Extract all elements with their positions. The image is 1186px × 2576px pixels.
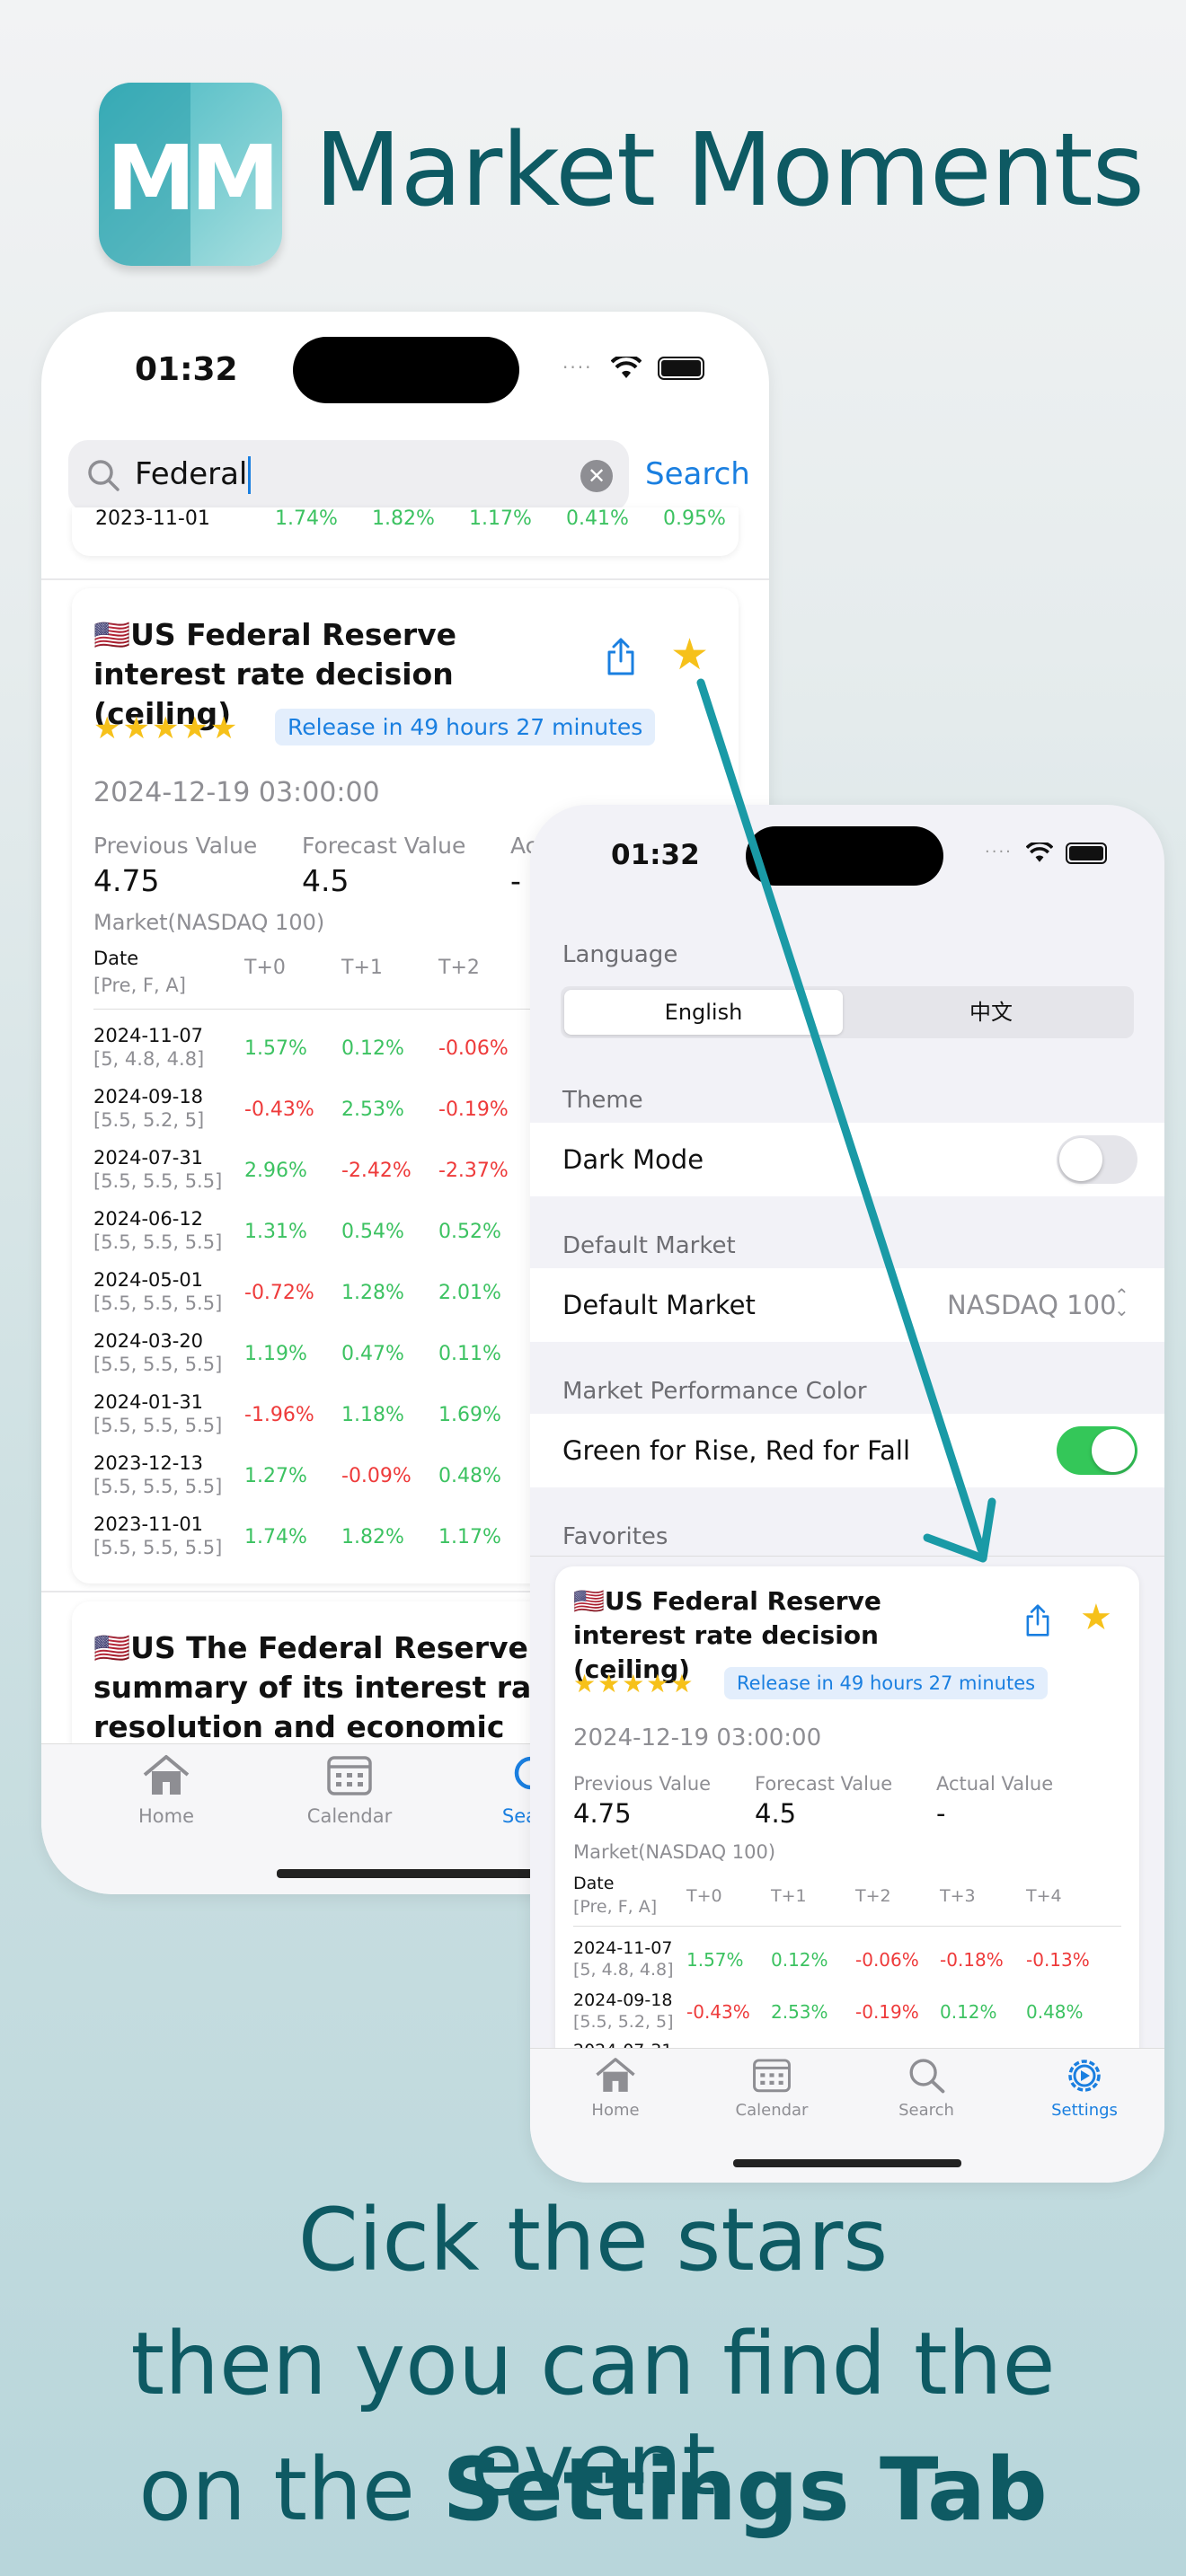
cta-line-3-prefix: on the (138, 2439, 443, 2540)
cta-line-1: Cick the stars (297, 2190, 889, 2290)
cta-line-3-bold: Settings Tab (442, 2439, 1048, 2540)
cta-line-3: on the Settings Tab (0, 2439, 1186, 2540)
